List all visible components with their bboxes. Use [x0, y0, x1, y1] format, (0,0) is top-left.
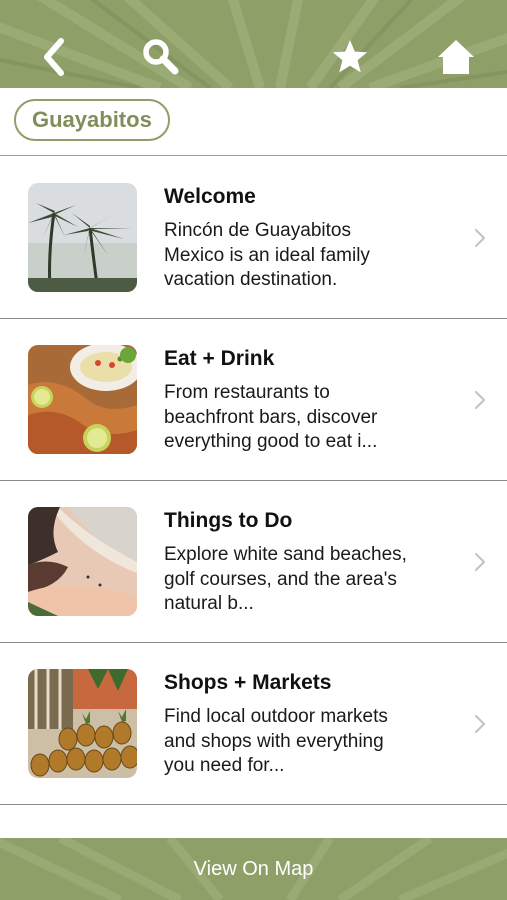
seafood-dish-thumbnail	[28, 345, 137, 454]
chevron-right-icon	[474, 390, 486, 410]
chevron-right-icon	[474, 714, 486, 734]
item-description: Explore white sand beaches, golf courses…	[164, 544, 407, 614]
list-item-things-to-do[interactable]: Things to Do Explore white sand beaches,…	[0, 481, 507, 643]
list-item-welcome[interactable]: Welcome Rincón de Guayabitos Mexico is a…	[0, 157, 507, 319]
item-description: Find local outdoor markets and shops wit…	[164, 706, 388, 776]
view-on-map-button[interactable]: View On Map	[0, 838, 507, 900]
footer-label: View On Map	[193, 857, 314, 880]
home-icon	[438, 40, 474, 74]
palm-trees-thumbnail	[28, 183, 137, 292]
item-title: Shops + Markets	[164, 671, 332, 694]
top-navigation-bar	[0, 0, 507, 88]
chevron-right-icon	[474, 552, 486, 572]
location-filter-chip[interactable]: Guayabitos	[14, 99, 170, 141]
item-description: Rincón de Guayabitos Mexico is an ideal …	[164, 220, 370, 290]
beach-coastline-thumbnail	[28, 507, 137, 616]
list-item-shops-markets[interactable]: Shops + Markets Find local outdoor marke…	[0, 643, 507, 805]
favorites-button[interactable]	[326, 33, 374, 81]
back-icon	[44, 38, 64, 76]
pineapples-market-thumbnail	[28, 669, 137, 778]
filter-bar: Guayabitos	[0, 88, 507, 156]
star-icon	[332, 40, 368, 73]
list-item-eat-drink[interactable]: Eat + Drink From restaurants to beachfro…	[0, 319, 507, 481]
category-list: Welcome Rincón de Guayabitos Mexico is a…	[0, 157, 507, 805]
item-title: Welcome	[164, 185, 256, 208]
chevron-right-icon	[474, 228, 486, 248]
search-icon	[143, 39, 179, 75]
item-title: Eat + Drink	[164, 347, 275, 370]
item-title: Things to Do	[164, 509, 293, 532]
home-button[interactable]	[432, 33, 480, 81]
back-button[interactable]	[30, 33, 78, 81]
item-description: From restaurants to beachfront bars, dis…	[164, 382, 378, 452]
search-button[interactable]	[136, 33, 184, 81]
